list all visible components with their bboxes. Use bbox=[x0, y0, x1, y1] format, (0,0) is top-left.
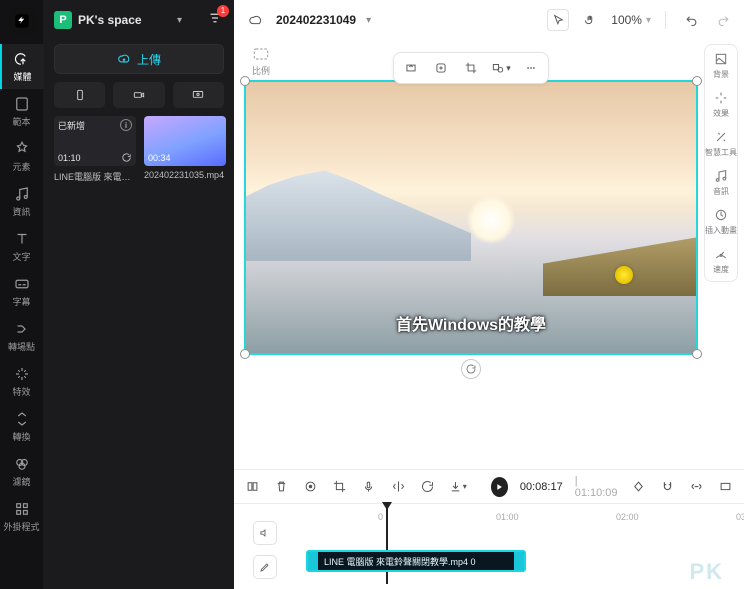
clip-duration: 01:10 bbox=[58, 153, 81, 163]
context-toolbar: ▾ bbox=[393, 52, 549, 84]
watermark: PK bbox=[689, 559, 724, 585]
playhead[interactable] bbox=[386, 504, 388, 584]
media-card[interactable]: 00:34 202402231035.mp4 bbox=[144, 116, 226, 183]
nav-adjust[interactable]: 轉換 bbox=[0, 404, 44, 449]
rotate-handle[interactable] bbox=[461, 359, 481, 379]
upload-button[interactable]: 上傳 bbox=[54, 44, 224, 74]
nav-audio[interactable]: 資訊 bbox=[0, 179, 44, 224]
project-name[interactable]: 202402231049 bbox=[276, 13, 356, 27]
rotate-icon[interactable] bbox=[419, 477, 436, 497]
nav-subtitle[interactable]: 字幕 bbox=[0, 269, 44, 314]
nav-script[interactable]: 範本 bbox=[0, 89, 44, 134]
zoom-fit-icon[interactable] bbox=[717, 477, 734, 497]
voice-icon[interactable] bbox=[360, 477, 377, 497]
magnet-icon[interactable] bbox=[659, 477, 676, 497]
nav-plugins[interactable]: 外掛程式 bbox=[0, 494, 44, 539]
avatar: P bbox=[54, 11, 72, 29]
app-logo bbox=[9, 8, 35, 34]
nav-rail: 媒體 範本 元素 資訊 文字 字幕 轉場點 特效 轉換 濾鏡 外掛程式 bbox=[0, 0, 44, 589]
resize-handle[interactable] bbox=[240, 76, 250, 86]
device-screen[interactable] bbox=[173, 82, 224, 108]
nav-transition[interactable]: 轉場點 bbox=[0, 314, 44, 359]
cloud-icon[interactable] bbox=[244, 9, 266, 31]
shape-icon[interactable]: ▾ bbox=[488, 57, 514, 79]
add-icon[interactable] bbox=[428, 57, 454, 79]
timeline-toolbar: ▾ 00:08:17 | 01:10:09 bbox=[234, 469, 744, 503]
undo-button[interactable] bbox=[680, 9, 702, 31]
crop-icon[interactable] bbox=[331, 477, 348, 497]
clip-tag: 已新增 bbox=[58, 119, 85, 132]
link-icon[interactable] bbox=[688, 477, 705, 497]
inspector-bg[interactable]: 背景 bbox=[704, 51, 738, 80]
inspector-rail: 背景 效果 智慧工具 音訊 插入動畫 速度 bbox=[704, 44, 738, 282]
resize-handle[interactable] bbox=[692, 349, 702, 359]
crop-icon[interactable] bbox=[458, 57, 484, 79]
upload-label: 上傳 bbox=[137, 51, 161, 68]
play-button[interactable] bbox=[491, 477, 508, 497]
notification-badge: 1 bbox=[217, 5, 229, 17]
pencil-track[interactable] bbox=[253, 555, 277, 579]
resize-handle[interactable] bbox=[240, 349, 250, 359]
preview-canvas[interactable]: ▾ 首先Windows的教學 bbox=[244, 80, 698, 355]
redo-button[interactable] bbox=[712, 9, 734, 31]
chevron-down-icon[interactable]: ▾ bbox=[366, 15, 371, 26]
hand-tool[interactable] bbox=[579, 9, 601, 31]
clip-caption: 202402231035.mp4 bbox=[144, 170, 226, 180]
nav-media[interactable]: 媒體 bbox=[0, 44, 44, 89]
info-icon[interactable]: i bbox=[120, 119, 132, 131]
split-icon[interactable] bbox=[244, 477, 261, 497]
device-phone[interactable] bbox=[54, 82, 105, 108]
preview-stage: 比例 ▾ 首先Windows的教學 bbox=[234, 40, 744, 469]
mirror-icon[interactable] bbox=[390, 477, 407, 497]
preview-caption: 首先Windows的教學 bbox=[396, 311, 546, 335]
topbar: 202402231049 ▾ 100%▾ bbox=[234, 0, 744, 40]
video-clip[interactable]: LINE 電腦版 來電鈴聲關閉教學.mp4 0 bbox=[306, 550, 526, 572]
time-ruler[interactable]: 0 01:00 02:00 03:00 bbox=[296, 512, 744, 528]
clip-duration: 00:34 bbox=[148, 153, 171, 163]
device-camera[interactable] bbox=[113, 82, 164, 108]
reload-icon[interactable] bbox=[120, 151, 132, 163]
timeline-tracks[interactable]: 0 01:00 02:00 03:00 LINE 電腦版 來電鈴聲關閉教學.mp… bbox=[296, 504, 744, 589]
keyframe-icon[interactable] bbox=[630, 477, 647, 497]
nav-filter[interactable]: 濾鏡 bbox=[0, 449, 44, 494]
media-card[interactable]: 已新增 i 01:10 LINE電腦版 來電鈴… bbox=[54, 116, 136, 183]
nav-effects[interactable]: 特效 bbox=[0, 359, 44, 404]
zoom-control[interactable]: 100%▾ bbox=[611, 13, 651, 27]
clip-caption: LINE電腦版 來電鈴… bbox=[54, 170, 136, 183]
crop-fit-icon[interactable] bbox=[398, 57, 424, 79]
pointer-tool[interactable] bbox=[547, 9, 569, 31]
download-icon[interactable]: ▾ bbox=[448, 477, 467, 497]
delete-icon[interactable] bbox=[273, 477, 290, 497]
inspector-ai[interactable]: 智慧工具 bbox=[704, 129, 738, 158]
inspector-speed[interactable]: 速度 bbox=[704, 246, 738, 275]
nav-text[interactable]: 文字 bbox=[0, 224, 44, 269]
record-icon[interactable] bbox=[302, 477, 319, 497]
workspace-name: PK's space bbox=[78, 13, 171, 27]
filter-button[interactable]: 1 bbox=[206, 9, 224, 32]
time-total: | 01:10:09 bbox=[575, 475, 618, 499]
nav-elements[interactable]: 元素 bbox=[0, 134, 44, 179]
mute-track[interactable] bbox=[253, 521, 277, 545]
workspace-switcher[interactable]: P PK's space ▾ 1 bbox=[44, 0, 234, 40]
chevron-down-icon: ▾ bbox=[177, 15, 182, 26]
timeline: 0 01:00 02:00 03:00 LINE 電腦版 來電鈴聲關閉教學.mp… bbox=[234, 503, 744, 589]
inspector-fx[interactable]: 效果 bbox=[704, 90, 738, 119]
resize-handle[interactable] bbox=[692, 76, 702, 86]
inspector-anim[interactable]: 插入動畫 bbox=[704, 207, 738, 236]
more-icon[interactable] bbox=[518, 57, 544, 79]
media-panel: P PK's space ▾ 1 上傳 已新增 i 01:10 bbox=[44, 0, 234, 589]
ratio-button[interactable]: 比例 bbox=[244, 44, 278, 77]
time-current: 00:08:17 bbox=[520, 481, 563, 493]
inspector-audio[interactable]: 音訊 bbox=[704, 168, 738, 197]
editor-main: 202402231049 ▾ 100%▾ 比例 ▾ bbox=[234, 0, 744, 589]
